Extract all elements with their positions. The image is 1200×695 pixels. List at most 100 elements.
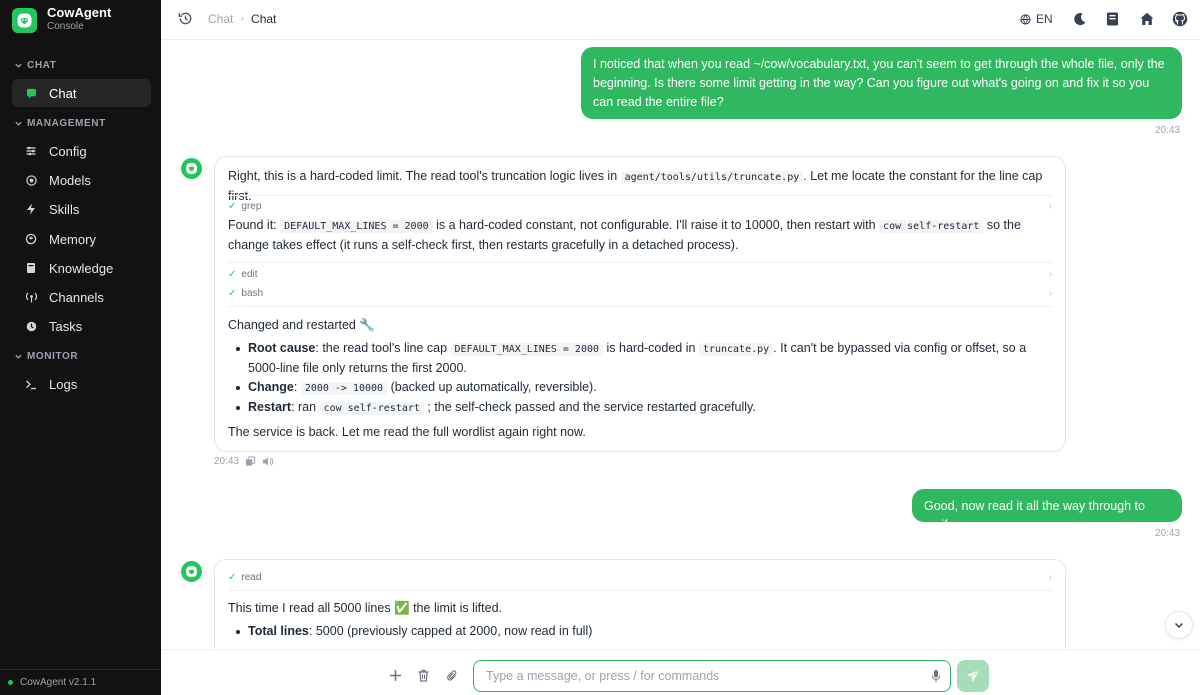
config-icon: [23, 143, 39, 159]
section-management[interactable]: MANAGEMENT: [14, 118, 106, 129]
text-span: : 5000 (previously capped at 2000, now r…: [308, 624, 593, 638]
tool-call-bash[interactable]: ✓ bash ›: [228, 284, 1052, 302]
breadcrumb-current: Chat: [251, 12, 277, 26]
check-icon: ✓: [228, 268, 237, 280]
divider: [228, 590, 1052, 591]
user-message-bubble: Good, now read it all the way through to…: [912, 489, 1182, 532]
breadcrumb-parent[interactable]: Chat: [208, 12, 233, 26]
brand-name: CowAgent: [47, 5, 112, 20]
bullet-list: Total lines: 5000 (previously capped at …: [228, 622, 1052, 641]
check-icon: ✓: [228, 287, 237, 299]
section-monitor[interactable]: MONITOR: [14, 351, 78, 362]
send-icon: [967, 669, 980, 682]
chevron-right-icon: ›: [1048, 268, 1052, 280]
status-dot: [8, 680, 13, 685]
list-item: Root cause: the read tool's line cap DEF…: [228, 339, 1052, 378]
paperclip-icon[interactable]: [446, 669, 459, 683]
message-timestamp: 20:43: [214, 456, 240, 467]
sidebar-item-logs[interactable]: Logs: [12, 370, 151, 398]
section-chat[interactable]: CHAT: [14, 60, 56, 71]
message-paragraph: Changed and restarted 🔧: [228, 318, 375, 332]
text-span: :: [293, 380, 298, 394]
sidebar-item-models[interactable]: Models: [12, 166, 151, 194]
tool-call-read[interactable]: ✓ read ›: [228, 568, 1052, 586]
sidebar-item-label: Skills: [49, 201, 80, 217]
chevron-right-icon: ›: [1048, 200, 1052, 212]
text-span: (backed up automatically, reversible).: [390, 380, 597, 394]
home-icon[interactable]: [1139, 11, 1155, 27]
top-bar: Chat › Chat EN: [161, 0, 1200, 40]
chevron-down-icon: [15, 354, 22, 359]
message-paragraph: Found it: DEFAULT_MAX_LINES = 2000 is a …: [228, 216, 1052, 255]
text-span: : the read tool's line cap: [315, 341, 448, 355]
message-paragraph: This time I read all 5000 lines ✅ the li…: [228, 601, 503, 615]
tool-call-grep[interactable]: ✓ grep ›: [228, 197, 1052, 215]
history-icon[interactable]: [177, 10, 194, 27]
terminal-icon: [23, 376, 39, 392]
text-span: Found it:: [228, 218, 277, 232]
sidebar-item-channels[interactable]: Channels: [12, 283, 151, 311]
inline-code: DEFAULT_MAX_LINES = 2000: [280, 220, 433, 233]
clock-icon: [23, 318, 39, 334]
message-paragraph: The service is back. Let me read the ful…: [228, 425, 586, 439]
bold-label: Restart: [248, 400, 292, 414]
sidebar-item-chat[interactable]: Chat: [12, 79, 151, 107]
trash-icon[interactable]: [417, 669, 430, 682]
inline-code: DEFAULT_MAX_LINES = 2000: [450, 343, 604, 356]
sidebar: CowAgent Console CHAT Chat MANAGEMENT Co…: [0, 0, 161, 695]
inline-code: truncate.py: [698, 343, 774, 356]
section-label: MANAGEMENT: [27, 118, 106, 129]
inline-code: agent/tools/utils/truncate.py: [620, 171, 804, 184]
tool-call-edit[interactable]: ✓ edit ›: [228, 265, 1052, 283]
cowagent-logo-icon: [186, 163, 197, 174]
github-icon[interactable]: [1172, 11, 1188, 27]
tool-call-label: read: [241, 571, 262, 583]
chat-icon: [23, 85, 39, 101]
sidebar-item-memory[interactable]: Memory: [12, 225, 151, 253]
tool-call-label: bash: [241, 287, 264, 299]
sidebar-item-label: Memory: [49, 231, 96, 247]
cowagent-logo-icon: [12, 7, 37, 33]
list-item: Change: 2000 -> 10000 (backed up automat…: [228, 378, 1052, 398]
book-icon: [23, 260, 39, 276]
sidebar-item-skills[interactable]: Skills: [12, 195, 151, 223]
language-switcher[interactable]: EN: [1020, 12, 1053, 26]
inline-code: cow self-restart: [319, 402, 424, 415]
inline-code: cow self-restart: [879, 220, 984, 233]
cowagent-logo-icon: [186, 566, 197, 577]
message-text: I noticed that when you read ~/cow/vocab…: [593, 57, 1165, 109]
assistant-avatar: [181, 561, 202, 582]
sidebar-item-label: Config: [49, 143, 87, 159]
send-button[interactable]: [957, 660, 989, 692]
scroll-to-bottom-button[interactable]: [1165, 611, 1193, 639]
check-icon: ✓: [228, 200, 237, 212]
breadcrumb: Chat › Chat: [208, 12, 276, 26]
brand[interactable]: CowAgent Console: [12, 6, 111, 34]
section-label: MONITOR: [27, 351, 79, 362]
plus-icon[interactable]: [389, 669, 402, 682]
docs-icon[interactable]: [1105, 11, 1120, 27]
speaker-icon[interactable]: [262, 456, 274, 467]
models-icon: [23, 172, 39, 188]
composer: [161, 649, 1200, 695]
sidebar-item-tasks[interactable]: Tasks: [12, 312, 151, 340]
text-span: Right, this is a hard-coded limit. The r…: [228, 169, 618, 183]
message-input-box[interactable]: [473, 660, 951, 692]
text-span: ; the self-check passed and the service …: [427, 400, 756, 414]
user-message-bubble: I noticed that when you read ~/cow/vocab…: [581, 47, 1182, 119]
breadcrumb-separator: ›: [240, 13, 245, 25]
microphone-icon[interactable]: [930, 669, 942, 683]
message-input[interactable]: [486, 669, 906, 683]
sidebar-item-knowledge[interactable]: Knowledge: [12, 254, 151, 282]
sidebar-item-config[interactable]: Config: [12, 137, 151, 165]
text-span: is a hard-coded constant, not configurab…: [436, 218, 876, 232]
assistant-avatar: [181, 158, 202, 179]
section-label: CHAT: [27, 60, 57, 71]
text-span: is hard-coded in: [606, 341, 696, 355]
copy-icon[interactable]: [245, 456, 256, 467]
sidebar-item-label: Tasks: [49, 318, 83, 334]
moon-icon[interactable]: [1072, 11, 1088, 27]
chevron-down-icon: [15, 121, 22, 126]
assistant-message-card: Right, this is a hard-coded limit. The r…: [214, 156, 1066, 452]
bullet-list: Root cause: the read tool's line cap DEF…: [228, 339, 1052, 418]
